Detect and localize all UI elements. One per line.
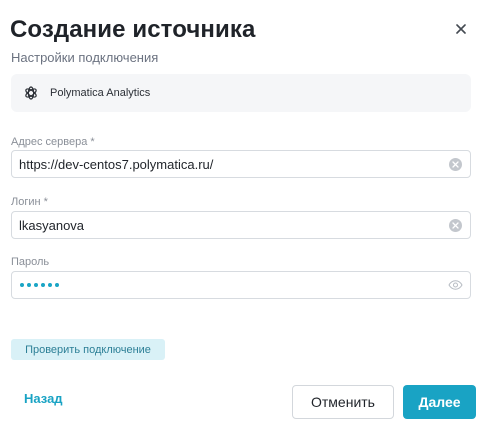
password-mask [20,283,448,287]
server-value: https://dev-centos7.polymatica.ru/ [19,156,214,172]
next-button[interactable]: Далее [403,385,476,419]
password-dot [34,283,38,287]
section-subtitle: Настройки подключения [11,50,159,65]
back-link[interactable]: Назад [24,391,63,406]
clear-icon[interactable] [449,218,462,232]
close-button[interactable] [452,20,470,38]
password-dot [27,283,31,287]
check-connection-button[interactable]: Проверить подключение [11,339,165,360]
eye-icon[interactable] [448,280,463,290]
close-icon [456,24,466,34]
polymatica-logo-icon [23,85,39,101]
login-field[interactable]: lkasyanova [11,211,471,239]
password-dot [41,283,45,287]
password-label: Пароль [11,256,50,268]
dialog-title: Создание источника [10,16,256,43]
password-dot [55,283,59,287]
source-card: Polymatica Analytics [11,74,471,112]
password-dot [48,283,52,287]
password-field[interactable] [11,271,471,299]
server-field[interactable]: https://dev-centos7.polymatica.ru/ [11,150,471,178]
cancel-button[interactable]: Отменить [292,385,394,419]
server-label: Адрес сервера * [11,136,95,148]
clear-icon[interactable] [449,157,462,171]
password-dot [20,283,24,287]
login-label: Логин * [11,196,48,208]
source-name: Polymatica Analytics [50,87,151,99]
login-value: lkasyanova [19,217,85,233]
